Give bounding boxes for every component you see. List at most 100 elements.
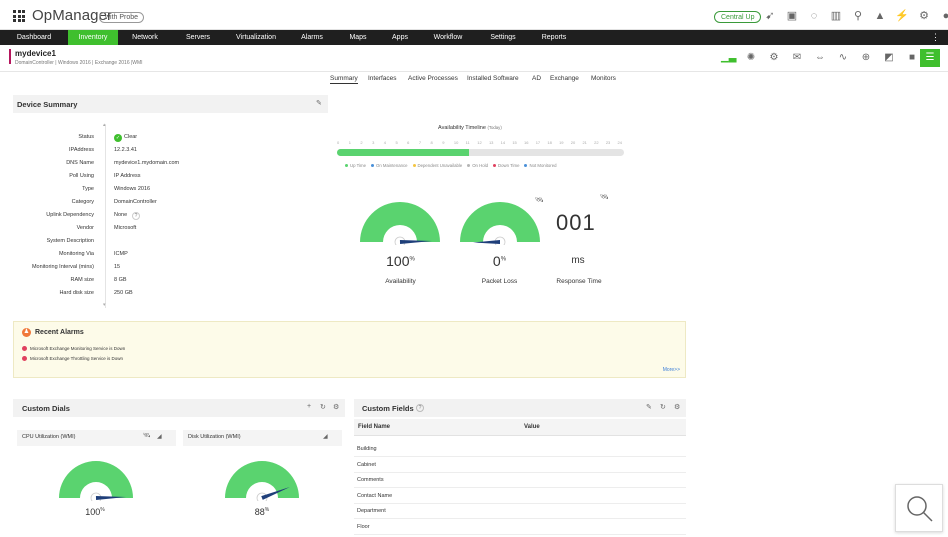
- alarm-item[interactable]: Microsoft Exchange Monitoring Service is…: [22, 346, 125, 352]
- app-grid-icon[interactable]: [13, 10, 25, 22]
- scroll-track[interactable]: [105, 124, 106, 308]
- nav-reports[interactable]: Reports: [535, 30, 573, 45]
- plug-icon[interactable]: ⚡: [895, 9, 909, 23]
- link-icon[interactable]: ⇔: [813, 52, 827, 64]
- summary-value: None: [114, 212, 128, 218]
- summary-label: RAM size: [70, 277, 94, 283]
- summary-value: 8 GB: [114, 277, 127, 283]
- refresh-icon[interactable]: ↻: [660, 403, 666, 411]
- floating-search-button[interactable]: [895, 484, 943, 532]
- device-severity-bar: [9, 49, 11, 64]
- custom-dials-title: Custom Dials: [22, 404, 70, 413]
- gear-icon[interactable]: ⚙: [917, 9, 931, 23]
- satellite-icon-2[interactable]: 🛰: [600, 193, 609, 201]
- nav-maps[interactable]: Maps: [342, 30, 374, 45]
- timeline-hour-label: 15: [512, 140, 517, 145]
- tab-monitors[interactable]: Monitors: [591, 74, 616, 83]
- satellite-icon[interactable]: 🛰: [143, 432, 151, 439]
- legend-item: On Hold: [467, 163, 488, 168]
- nav-servers[interactable]: Servers: [177, 30, 219, 45]
- timeline-legend: Up Time On Maintenance Dependent Unavailab…: [345, 163, 556, 168]
- tab-summary[interactable]: Summary: [330, 74, 358, 84]
- custom-field-row[interactable]: Building: [354, 442, 686, 457]
- monitor-icon[interactable]: ▣: [785, 9, 799, 23]
- gift-icon[interactable]: ▥: [829, 9, 843, 23]
- note-icon[interactable]: ■: [905, 52, 919, 64]
- timeline-hour-label: 8: [430, 140, 433, 145]
- timeline-hour-label: 23: [605, 140, 611, 145]
- user-icon[interactable]: ●: [939, 9, 948, 23]
- legend-dot-icon: [467, 164, 471, 168]
- nav-alarms[interactable]: Alarms: [293, 30, 331, 45]
- mail-icon[interactable]: ✉: [790, 52, 804, 64]
- scroll-down-icon[interactable]: ▾: [103, 302, 106, 308]
- clear-status-icon: ✓: [114, 134, 122, 142]
- tab-active-processes[interactable]: Active Processes: [408, 74, 458, 83]
- help-icon[interactable]: ?: [416, 404, 424, 412]
- tab-ad[interactable]: AD: [532, 74, 541, 83]
- hamburger-menu-button[interactable]: ☰: [920, 49, 940, 67]
- globe-icon[interactable]: ⊕: [859, 52, 873, 64]
- settings-icon[interactable]: ⚙: [674, 403, 680, 411]
- uplink-help-icon[interactable]: ?: [132, 212, 140, 220]
- availability-gauge-arc: [360, 202, 440, 242]
- custom-field-row[interactable]: Contact Name: [354, 489, 686, 504]
- nav-apps[interactable]: Apps: [385, 30, 415, 45]
- timeline-hour-label: 12: [477, 140, 482, 145]
- nav-inventory[interactable]: Inventory: [68, 30, 118, 45]
- timeline-hours: 0 1 2 3 4 5 6 7 8 9 10 11 12 13 14 15 16 17 18 19 20 21 22 23 24: [337, 140, 629, 145]
- trend-icon[interactable]: ∿: [836, 52, 850, 64]
- alarm-item[interactable]: Microsoft Exchange Throttling Service is…: [22, 356, 123, 362]
- summary-label: Uplink Dependency: [46, 212, 94, 218]
- critical-status-icon: [22, 346, 27, 352]
- tab-interfaces[interactable]: Interfaces: [368, 74, 397, 83]
- summary-label: Hard disk size: [59, 290, 94, 296]
- nav-dashboard[interactable]: Dashboard: [0, 30, 68, 45]
- central-status-badge[interactable]: Central Up: [714, 11, 762, 23]
- edition-badge: with Probe: [99, 12, 145, 23]
- add-icon[interactable]: +: [307, 403, 311, 410]
- lightbulb-icon[interactable]: ◌: [807, 9, 821, 23]
- signal-icon[interactable]: ◢: [157, 433, 162, 440]
- signal-icon[interactable]: ◢: [323, 433, 328, 440]
- custom-field-row[interactable]: Floor: [354, 520, 686, 535]
- gear-icon[interactable]: ⚙: [767, 52, 781, 64]
- bell-icon[interactable]: ▲: [873, 9, 887, 23]
- tab-installed-software[interactable]: Installed Software: [467, 74, 519, 83]
- edit-device-icon[interactable]: ◩: [882, 52, 896, 64]
- timeline-hour-label: 5: [395, 140, 398, 145]
- more-alarms-link[interactable]: More>>: [663, 367, 680, 373]
- nav-settings[interactable]: Settings: [483, 30, 523, 45]
- tab-exchange[interactable]: Exchange: [550, 74, 579, 83]
- settings-icon[interactable]: ⚙: [333, 403, 339, 411]
- custom-field-row[interactable]: Comments: [354, 473, 686, 488]
- timeline-hour-label: 9: [442, 140, 445, 145]
- nav-network[interactable]: Network: [124, 30, 166, 45]
- custom-field-row[interactable]: Department: [354, 504, 686, 519]
- legend-item: Dependent Unavailable: [412, 163, 462, 168]
- timeline-hour-label: 17: [535, 140, 541, 145]
- timeline-hour-label: 24: [617, 140, 622, 145]
- scroll-up-icon[interactable]: ▴: [103, 122, 106, 128]
- nav-virtualization[interactable]: Virtualization: [230, 30, 282, 45]
- timeline-hour-label: 16: [524, 140, 529, 145]
- custom-field-row[interactable]: Cabinet: [354, 458, 686, 473]
- nav-workflow[interactable]: Workflow: [426, 30, 470, 45]
- summary-value: Clear: [124, 134, 138, 140]
- timeline-hour-label: 19: [559, 140, 564, 145]
- rocket-icon[interactable]: ➹: [763, 9, 777, 23]
- availability-timeline-bar[interactable]: [337, 149, 624, 156]
- refresh-icon[interactable]: ↻: [320, 403, 326, 411]
- graph-icon[interactable]: ▁▃: [721, 52, 736, 64]
- edit-icon[interactable]: ✎: [316, 99, 322, 107]
- search-icon[interactable]: ⚲: [851, 9, 865, 23]
- response-time-label: Response Time: [556, 278, 602, 285]
- timeline-hour-label: 11: [465, 140, 470, 145]
- custom-field-name: Cabinet: [357, 461, 376, 468]
- summary-label: Monitoring Interval (mins): [31, 264, 94, 270]
- edit-icon[interactable]: ✎: [646, 403, 652, 411]
- more-vertical-icon[interactable]: ⋮: [931, 32, 940, 42]
- device-summary-title: Device Summary: [17, 100, 78, 109]
- settings-sun-icon[interactable]: ✺: [744, 52, 758, 64]
- legend-dot-icon: [524, 164, 528, 168]
